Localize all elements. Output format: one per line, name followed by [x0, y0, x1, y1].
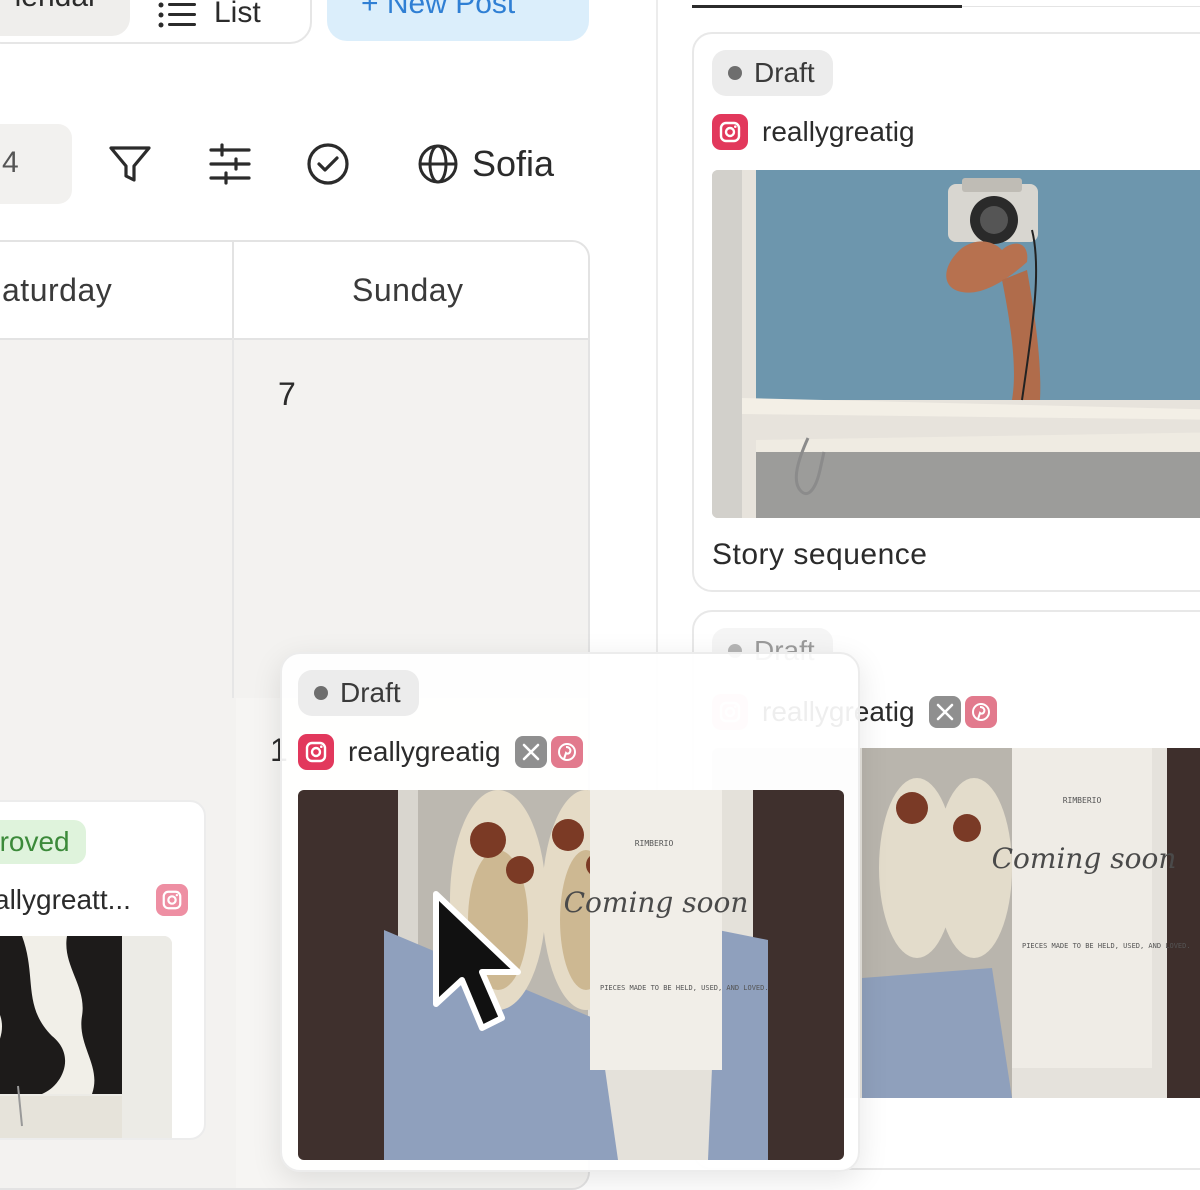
account-handle: reallygreatig	[762, 116, 915, 147]
new-post-button[interactable]: + New Post	[327, 0, 589, 41]
timezone-selector[interactable]: Sofia	[416, 140, 554, 188]
status-label: Draft	[340, 677, 401, 708]
list-icon	[158, 2, 196, 28]
cow-print-image	[0, 936, 172, 1138]
filter-icon[interactable]	[106, 140, 154, 188]
status-badge: Draft	[712, 50, 833, 96]
dragging-post-card[interactable]: Draft reallygreatig RIMBERIO Coming soon…	[280, 652, 860, 1172]
globe-icon	[418, 144, 458, 184]
list-view-label: List	[214, 0, 261, 29]
draft-post-card[interactable]: Draft reallygreatig Story sequence	[692, 32, 1200, 592]
post-image	[712, 170, 1200, 518]
column-divider	[232, 242, 234, 338]
account-handle: allygreatt...	[0, 884, 131, 915]
active-tab-indicator	[692, 5, 962, 8]
pinterest-icon	[964, 696, 997, 728]
account-handle: reallygreatig	[348, 736, 501, 767]
image-brand-text: RIMBERIO	[1063, 796, 1102, 805]
image-body-text: PIECES MADE TO BE HELD, USED, AND LOVED.	[600, 984, 769, 992]
calendar-view-label: lendar	[15, 0, 98, 14]
shoes-coming-soon-image: RIMBERIO Coming soon PIECES MADE TO BE H…	[298, 790, 844, 1160]
day-header-sunday: Sunday	[352, 272, 464, 308]
post-thumbnail	[0, 936, 172, 1138]
new-post-label: + New Post	[361, 0, 516, 20]
calendar-view-tab[interactable]: lendar	[0, 0, 130, 36]
status-label: proved	[0, 826, 70, 857]
date-range-text: 4	[2, 146, 19, 179]
status-dot	[728, 66, 742, 80]
status-badge: proved	[0, 820, 86, 864]
image-headline-text: Coming soon	[564, 886, 749, 919]
sliders-icon[interactable]	[206, 140, 254, 188]
account-row: reallygreatig	[712, 114, 915, 150]
instagram-icon	[298, 734, 334, 770]
date-range-picker[interactable]: 4	[0, 124, 72, 204]
status-dot	[314, 686, 328, 700]
mouse-pointer-icon	[433, 891, 521, 1031]
camera-photo-image	[712, 170, 1200, 518]
day-number-7: 7	[278, 376, 296, 412]
post-caption: Story sequence	[712, 538, 928, 571]
tab-bar-line	[962, 6, 1200, 7]
account-row: reallygreatig	[298, 734, 583, 770]
check-circle-icon[interactable]	[304, 140, 352, 188]
timezone-label: Sofia	[472, 143, 555, 184]
calendar-header-row: aturday Sunday	[0, 242, 588, 340]
instagram-icon	[156, 884, 188, 916]
calendar-post-card[interactable]: proved allygreatt...	[0, 800, 206, 1140]
status-label: Draft	[754, 57, 815, 88]
x-twitter-icon	[928, 696, 961, 728]
image-headline-text: Coming soon	[992, 842, 1177, 875]
x-twitter-icon	[514, 736, 547, 768]
image-body-text: PIECES MADE TO BE HELD, USED, AND LOVED.	[1022, 942, 1191, 950]
status-badge: Draft	[298, 670, 419, 716]
list-view-tab[interactable]: List	[158, 0, 261, 30]
pinterest-icon	[550, 736, 583, 768]
image-brand-text: RIMBERIO	[635, 839, 674, 848]
instagram-icon	[712, 114, 748, 150]
day-header-saturday: aturday	[2, 272, 113, 308]
post-image: RIMBERIO Coming soon PIECES MADE TO BE H…	[298, 790, 844, 1160]
